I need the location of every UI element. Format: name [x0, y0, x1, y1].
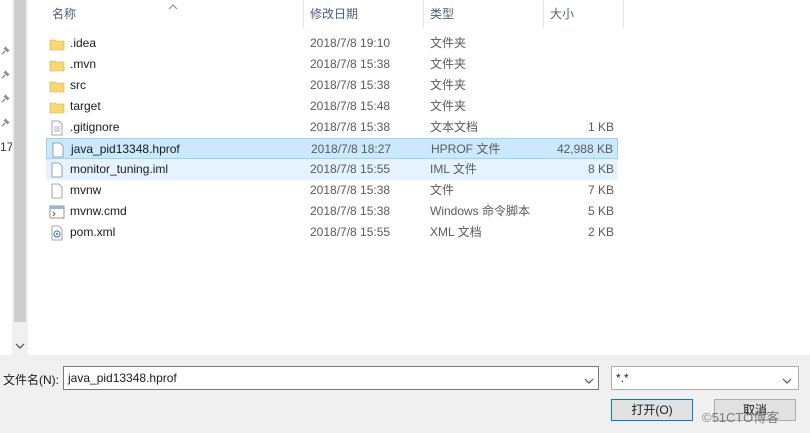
file-name: java_pid13348.hprof [71, 142, 180, 156]
nav-item-label[interactable]: 17 [0, 140, 12, 154]
column-header-type[interactable]: 类型 [424, 0, 544, 28]
file-date: 2018/7/8 15:55 [310, 225, 391, 239]
watermark: ©51CTO博客 [702, 410, 780, 425]
file-size: 1 KB [587, 120, 614, 134]
xml-file-icon [49, 225, 65, 241]
column-header-size[interactable]: 大小 [544, 0, 624, 28]
file-type: Windows 命令脚本 [430, 204, 531, 218]
file-row-selected[interactable]: java_pid13348.hprof 2018/7/8 18:27 HPROF… [46, 138, 618, 159]
file-size: 7 KB [587, 183, 614, 197]
file-name: mvnw.cmd [70, 204, 127, 218]
file-date: 2018/7/8 15:38 [310, 204, 391, 218]
column-header-name-label: 名称 [52, 7, 77, 21]
filter-value: *.* [616, 371, 629, 385]
file-type: 文件夹 [430, 78, 467, 92]
file-row[interactable]: mvnw.cmd 2018/7/8 15:38 Windows 命令脚本 5 K… [46, 201, 618, 222]
file-size: 8 KB [587, 162, 614, 176]
navigation-scrollbar[interactable] [12, 0, 28, 355]
file-icon [49, 183, 65, 199]
file-type-filter[interactable]: *.* [611, 366, 799, 390]
file-size: 42,988 KB [556, 142, 613, 156]
filename-input[interactable]: java_pid13348.hprof [63, 366, 599, 390]
column-header-type-label: 类型 [430, 7, 455, 21]
file-name: monitor_tuning.iml [70, 162, 169, 176]
scroll-down-icon[interactable] [15, 341, 25, 351]
file-type: 文件夹 [430, 36, 467, 50]
file-date: 2018/7/8 15:38 [310, 78, 391, 92]
column-header-date[interactable]: 修改日期 [304, 0, 424, 28]
file-row[interactable]: src 2018/7/8 15:38 文件夹 [46, 75, 618, 96]
column-header-size-label: 大小 [550, 7, 575, 21]
file-row[interactable]: monitor_tuning.iml 2018/7/8 15:55 IML 文件… [46, 159, 618, 180]
pin-icon[interactable] [0, 46, 10, 56]
file-icon [50, 142, 66, 158]
file-list[interactable]: 名称 修改日期 类型 大小 .idea 2018/7/8 19:10 文件夹 .… [28, 0, 810, 355]
file-date: 2018/7/8 15:55 [310, 162, 391, 176]
file-date: 2018/7/8 15:38 [310, 183, 391, 197]
folder-icon [49, 78, 65, 94]
file-size: 2 KB [587, 225, 614, 239]
navigation-pane: 17 [0, 0, 12, 355]
open-button[interactable]: 打开(O) [611, 399, 693, 421]
filename-value: java_pid13348.hprof [68, 371, 177, 385]
chevron-down-icon[interactable] [584, 374, 594, 388]
file-type: HPROF 文件 [431, 142, 501, 156]
file-row[interactable]: target 2018/7/8 15:48 文件夹 [46, 96, 618, 117]
chevron-down-icon[interactable] [782, 374, 792, 388]
sort-ascending-icon [168, 0, 178, 14]
cmd-file-icon [49, 204, 65, 220]
pin-icon[interactable] [0, 94, 10, 104]
file-name: .mvn [70, 57, 97, 71]
file-type: 文本文档 [430, 120, 479, 134]
folder-icon [49, 99, 65, 115]
column-header-date-label: 修改日期 [310, 7, 359, 21]
file-row[interactable]: .idea 2018/7/8 19:10 文件夹 [46, 33, 618, 54]
file-row[interactable]: mvnw 2018/7/8 15:38 文件 7 KB [46, 180, 618, 201]
folder-icon [49, 57, 65, 73]
file-row[interactable]: .gitignore 2018/7/8 15:38 文本文档 1 KB [46, 117, 618, 138]
file-row[interactable]: pom.xml 2018/7/8 15:55 XML 文档 2 KB [46, 222, 618, 243]
column-header: 名称 修改日期 类型 大小 [28, 0, 810, 28]
file-size: 5 KB [587, 204, 614, 218]
file-date: 2018/7/8 19:10 [310, 36, 391, 50]
file-type: 文件夹 [430, 99, 467, 113]
file-name: mvnw [70, 183, 102, 197]
scrollbar-thumb[interactable] [14, 0, 26, 322]
file-type: XML 文档 [430, 225, 482, 239]
file-type: IML 文件 [430, 162, 477, 176]
file-type: 文件 [430, 183, 455, 197]
file-name: src [70, 78, 86, 92]
pin-icon[interactable] [0, 118, 10, 128]
text-file-icon [49, 120, 65, 136]
file-date: 2018/7/8 15:38 [310, 57, 391, 71]
pin-icon[interactable] [0, 70, 10, 80]
file-name: .gitignore [70, 120, 120, 134]
file-date: 2018/7/8 18:27 [311, 142, 392, 156]
file-row[interactable]: .mvn 2018/7/8 15:38 文件夹 [46, 54, 618, 75]
file-type: 文件夹 [430, 57, 467, 71]
file-name: target [70, 99, 101, 113]
file-date: 2018/7/8 15:38 [310, 120, 391, 134]
file-name: pom.xml [70, 225, 116, 239]
folder-icon [49, 36, 65, 52]
filename-label: 文件名(N): [3, 373, 59, 387]
file-date: 2018/7/8 15:48 [310, 99, 391, 113]
file-name: .idea [70, 36, 97, 50]
file-icon [49, 162, 65, 178]
